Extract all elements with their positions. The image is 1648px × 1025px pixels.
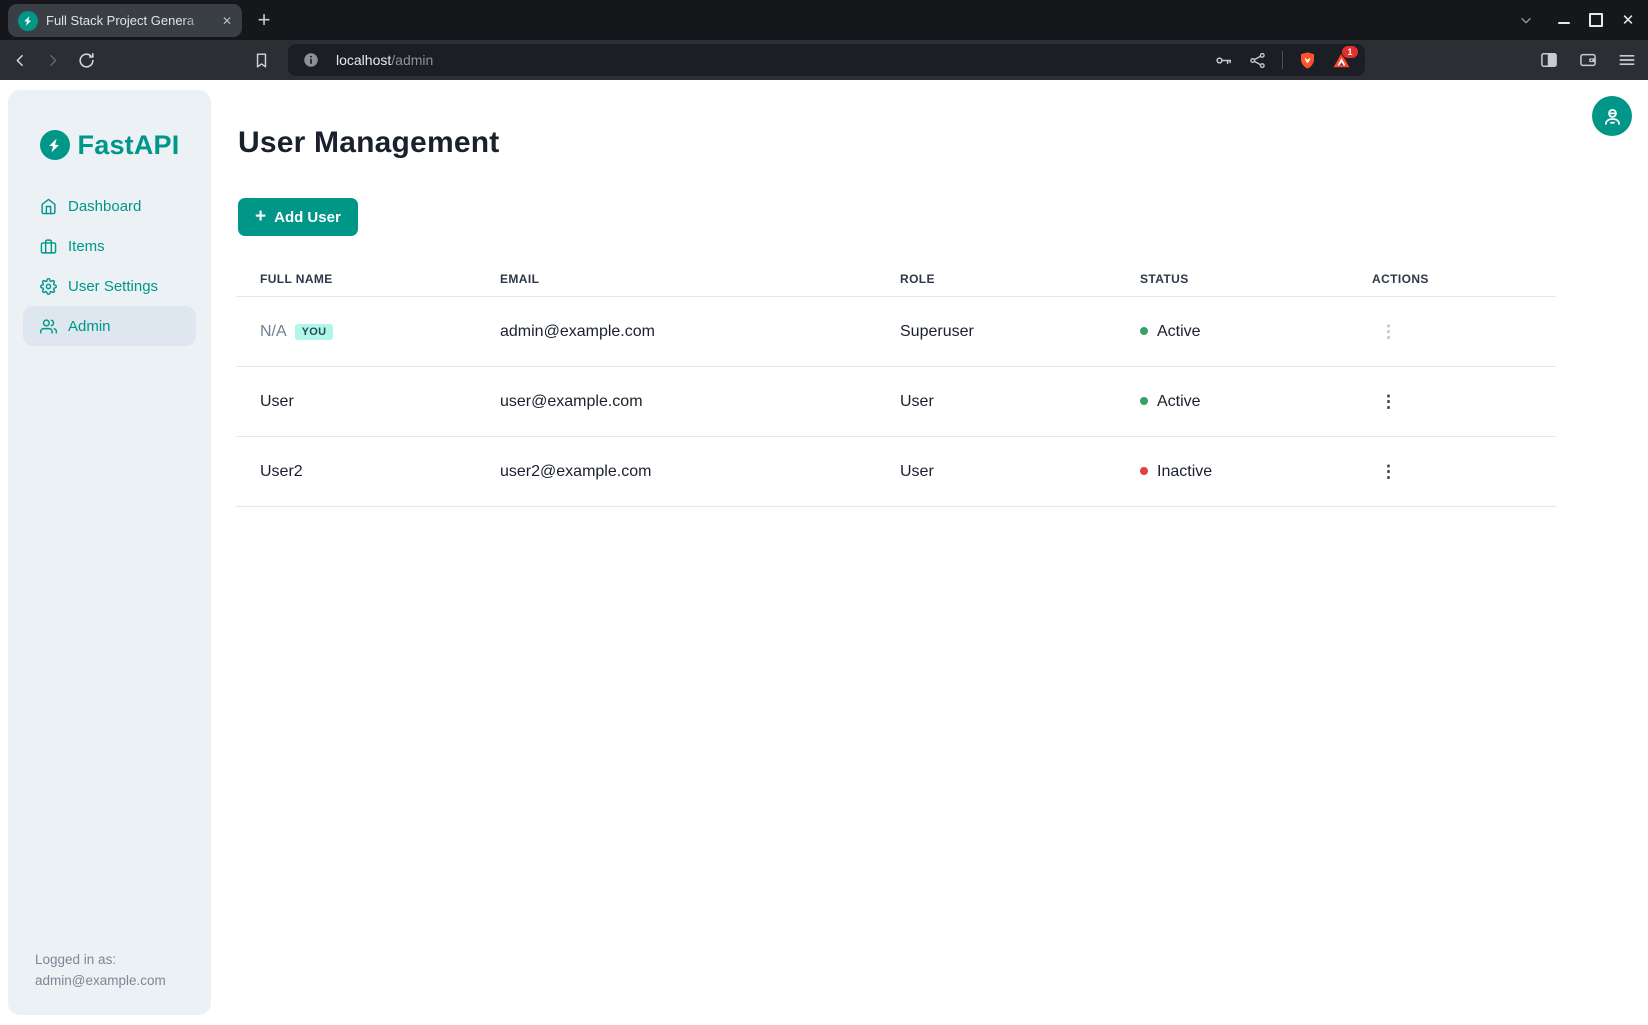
row-actions-menu[interactable]: ⋮ [1372, 391, 1405, 412]
status-dot [1140, 327, 1148, 335]
forward-button[interactable] [36, 40, 68, 80]
share-icon[interactable] [1248, 51, 1267, 70]
plus-icon: + [255, 207, 266, 226]
tab-title: Full Stack Project Genera [46, 13, 212, 28]
cell-full-name: User2 [260, 463, 303, 480]
column-header-actions: ACTIONS [1348, 262, 1556, 297]
logo-text: FastAPI [78, 130, 180, 161]
status-dot [1140, 397, 1148, 405]
cell-email: user@example.com [476, 367, 876, 437]
sidebar-item-dashboard[interactable]: Dashboard [23, 186, 196, 226]
sidebar-nav: Dashboard Items User Settings Admin [8, 186, 211, 346]
maximize-button[interactable] [1580, 0, 1612, 40]
table-row: User2 user2@example.com User Inactive ⋮ [236, 437, 1556, 507]
row-actions-menu[interactable]: ⋮ [1372, 321, 1405, 342]
column-header-role: ROLE [876, 262, 1116, 297]
bookmark-icon[interactable] [245, 40, 277, 80]
reload-button[interactable] [70, 40, 102, 80]
brave-shield-icon[interactable] [1298, 51, 1317, 70]
url-text: localhost/admin [336, 52, 433, 68]
row-actions-menu[interactable]: ⋮ [1372, 461, 1405, 482]
logged-in-email: admin@example.com [35, 970, 166, 991]
cell-email: user2@example.com [476, 437, 876, 507]
sidebar-item-label: User Settings [68, 278, 158, 295]
page-title: User Management [238, 124, 499, 162]
cell-status: Active [1157, 323, 1201, 340]
new-tab-button[interactable]: + [250, 6, 278, 34]
column-header-status: STATUS [1116, 262, 1348, 297]
sidebar-item-label: Dashboard [68, 198, 141, 215]
table-row: N/A YOU admin@example.com Superuser Activ… [236, 297, 1556, 367]
cell-status: Inactive [1157, 463, 1212, 480]
sidebar-item-label: Items [68, 238, 105, 255]
minimize-button[interactable] [1548, 0, 1580, 40]
user-avatar-icon [1602, 106, 1623, 127]
cell-role: User [876, 367, 1116, 437]
fastapi-logo-icon [40, 130, 70, 160]
site-info-icon[interactable] [302, 51, 320, 69]
url-host: localhost [336, 52, 391, 68]
menu-icon[interactable] [1614, 40, 1640, 80]
sidebar-footer: Logged in as: admin@example.com [35, 949, 166, 991]
browser-window: Full Stack Project Genera ✕ + ✕ [0, 0, 1648, 1025]
fastapi-favicon-icon [18, 11, 38, 31]
cell-full-name: N/A [260, 323, 287, 340]
you-badge: YOU [295, 324, 334, 340]
divider [1282, 51, 1283, 69]
table-row: User user@example.com User Active ⋮ [236, 367, 1556, 437]
sidebar-item-user-settings[interactable]: User Settings [23, 266, 196, 306]
tab-strip: Full Stack Project Genera ✕ + ✕ [0, 0, 1648, 40]
column-header-email: EMAIL [476, 262, 876, 297]
logged-in-label: Logged in as: [35, 949, 166, 970]
sidebar: FastAPI Dashboard Items User Settings [8, 90, 211, 1015]
address-bar[interactable]: localhost/admin [288, 44, 1365, 76]
browser-toolbar: localhost/admin [0, 40, 1648, 80]
key-icon[interactable] [1214, 51, 1233, 70]
briefcase-icon [40, 238, 57, 255]
add-user-label: Add User [274, 209, 341, 226]
cell-role: User [876, 437, 1116, 507]
users-table: FULL NAME EMAIL ROLE STATUS ACTIONS N/A Y… [236, 262, 1556, 507]
fastapi-logo: FastAPI [8, 128, 211, 162]
close-button[interactable]: ✕ [1612, 0, 1644, 40]
brave-rewards-icon[interactable]: 1 [1332, 51, 1351, 70]
sidebar-toggle-icon[interactable] [1536, 40, 1562, 80]
window-controls: ✕ [1510, 0, 1648, 40]
tab-search-chevron-icon[interactable] [1510, 0, 1542, 40]
home-icon [40, 198, 57, 215]
back-button[interactable] [4, 40, 36, 80]
users-icon [40, 318, 57, 335]
user-menu-button[interactable] [1592, 96, 1632, 136]
column-header-full-name: FULL NAME [236, 262, 476, 297]
wallet-icon[interactable] [1575, 40, 1601, 80]
status-dot [1140, 467, 1148, 475]
add-user-button[interactable]: + Add User [238, 198, 358, 236]
cell-role: Superuser [876, 297, 1116, 367]
url-path: /admin [391, 52, 433, 68]
browser-tab[interactable]: Full Stack Project Genera ✕ [8, 4, 242, 37]
rewards-badge: 1 [1341, 45, 1359, 59]
page-content: FastAPI Dashboard Items User Settings [0, 80, 1648, 1025]
table-header-row: FULL NAME EMAIL ROLE STATUS ACTIONS [236, 262, 1556, 297]
sidebar-item-label: Admin [68, 318, 111, 335]
cell-status: Active [1157, 393, 1201, 410]
tab-close-icon[interactable]: ✕ [220, 13, 234, 29]
gear-icon [40, 278, 57, 295]
cell-full-name: User [260, 393, 294, 410]
sidebar-item-admin[interactable]: Admin [23, 306, 196, 346]
cell-email: admin@example.com [476, 297, 876, 367]
sidebar-item-items[interactable]: Items [23, 226, 196, 266]
